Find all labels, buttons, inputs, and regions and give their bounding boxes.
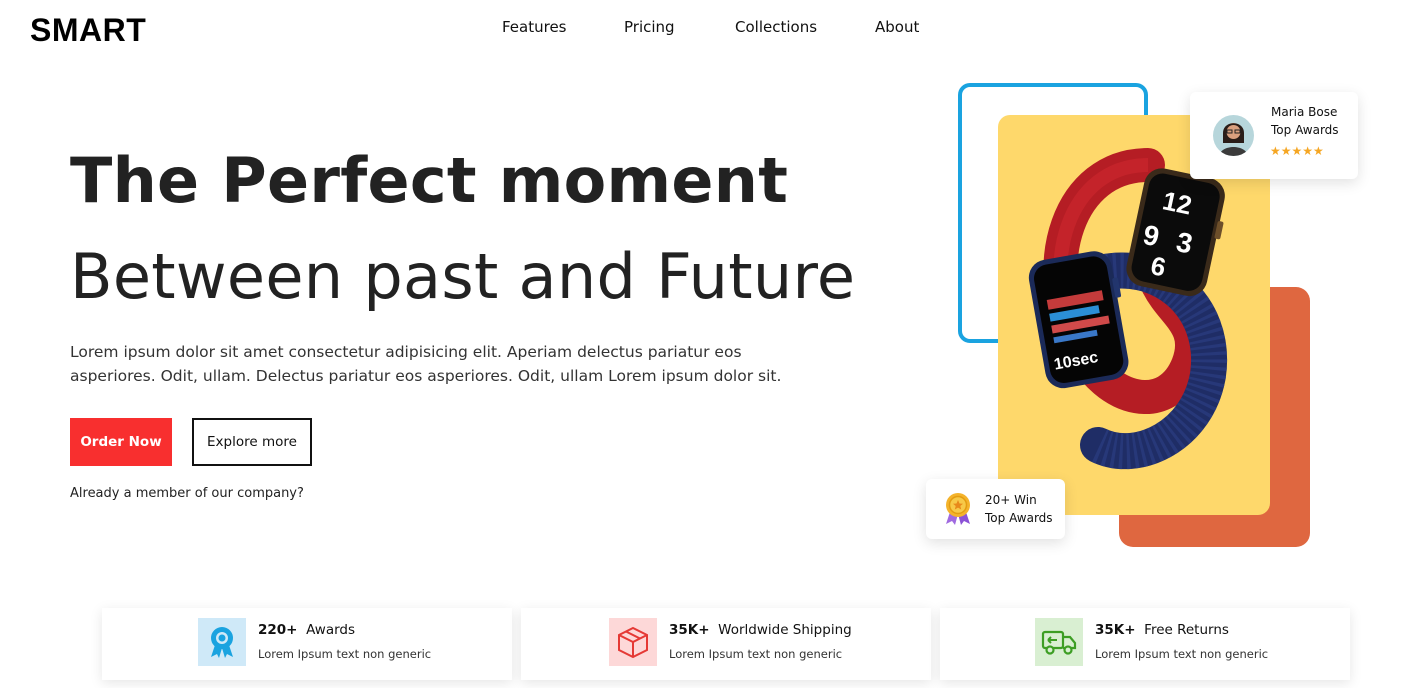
medal-icon <box>946 493 970 525</box>
logo[interactable]: SMART <box>30 12 146 49</box>
reviewer-name: Maria Bose <box>1271 105 1338 119</box>
stat-sub-shipping: Lorem Ipsum text non generic <box>669 647 843 661</box>
stat-title-awards: 220+ Awards <box>258 622 356 638</box>
order-now-button[interactable]: Order Now <box>70 418 172 466</box>
award-icon <box>198 618 246 666</box>
reviewer-avatar <box>1213 115 1254 156</box>
truck-return-icon <box>1035 618 1083 666</box>
hero-title-line2: Between past and Future <box>70 240 856 313</box>
stat-title-returns: 35K+ Free Returns <box>1095 622 1229 638</box>
stat-card-returns: 35K+ Free Returns Lorem Ipsum text non g… <box>940 608 1350 680</box>
stat-card-shipping: 35K+ Worldwide Shipping Lorem Ipsum text… <box>521 608 931 680</box>
award-line1: 20+ Win <box>985 493 1037 507</box>
stat-sub-returns: Lorem Ipsum text non generic <box>1095 647 1269 661</box>
review-card: Maria Bose Top Awards ★★★★★ <box>1190 92 1358 179</box>
stat-card-awards: 220+ Awards Lorem Ipsum text non generic <box>102 608 512 680</box>
rating-stars: ★★★★★ <box>1270 144 1324 158</box>
hero-description: Lorem ipsum dolor sit amet consectetur a… <box>70 343 782 385</box>
award-line2: Top Awards <box>985 511 1053 525</box>
hero-title-line1: The Perfect moment <box>70 144 789 217</box>
box-icon <box>609 618 657 666</box>
nav-pricing[interactable]: Pricing <box>624 18 675 36</box>
nav-collections[interactable]: Collections <box>735 18 817 36</box>
stat-sub-awards: Lorem Ipsum text non generic <box>258 647 432 661</box>
nav-features[interactable]: Features <box>502 18 567 36</box>
nav-about[interactable]: About <box>875 18 919 36</box>
stat-title-shipping: 35K+ Worldwide Shipping <box>669 622 852 638</box>
reviewer-title: Top Awards <box>1271 123 1339 137</box>
explore-more-button[interactable]: Explore more <box>192 418 312 466</box>
member-link[interactable]: Already a member of our company? <box>70 486 304 501</box>
award-card: 20+ Win Top Awards <box>926 479 1065 539</box>
watch-face-digits: 12 <box>1160 185 1195 220</box>
